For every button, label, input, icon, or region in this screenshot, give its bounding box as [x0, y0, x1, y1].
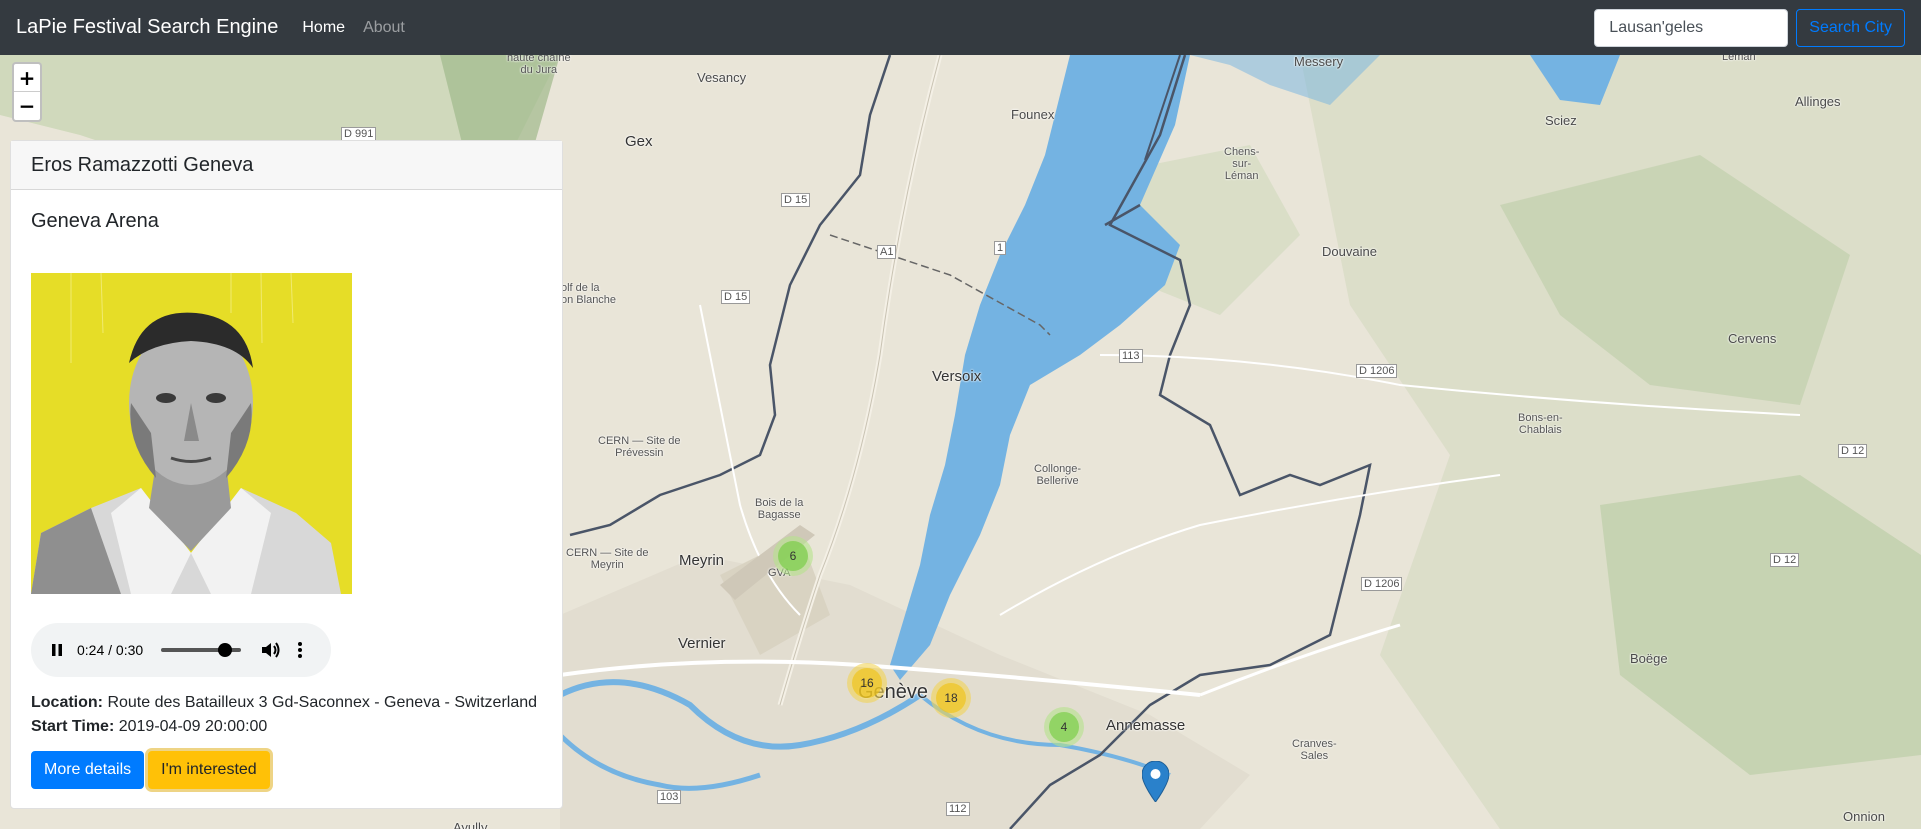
- map-cluster[interactable]: 6: [773, 536, 813, 576]
- road-d15-a: D 15: [781, 193, 811, 207]
- event-start-time: 2019-04-09 20:00:00: [118, 718, 268, 735]
- map-label-founex: Founex: [1011, 107, 1055, 122]
- road-d991: D 991: [341, 127, 377, 141]
- map-label-cervens: Cervens: [1728, 331, 1777, 346]
- map-label-gex: Gex: [625, 133, 653, 150]
- event-location-row: Location: Route des Batailleux 3 Gd-Saco…: [31, 691, 542, 715]
- map-label-cern-meyrin: CERN — Site de Meyrin: [566, 547, 649, 571]
- map-label-meyrin: Meyrin: [679, 552, 725, 569]
- map-label-allinges: Allinges: [1795, 94, 1841, 109]
- search-city-button[interactable]: Search City: [1796, 8, 1905, 47]
- more-options-icon[interactable]: [297, 641, 303, 659]
- event-actions: More details I'm interested: [31, 751, 542, 789]
- interested-button[interactable]: I'm interested: [148, 751, 270, 789]
- zoom-in-button[interactable]: +: [14, 64, 40, 92]
- map-label-boege: Boëge: [1630, 651, 1668, 666]
- map-label-annemasse: Annemasse: [1106, 717, 1186, 734]
- event-title: Eros Ramazzotti Geneva: [11, 141, 562, 190]
- audio-progress-knob[interactable]: [218, 643, 233, 657]
- map-label-bois: Bois de la Bagasse: [755, 497, 804, 521]
- map-label-versoix: Versoix: [932, 368, 982, 385]
- navbar: LaPie Festival Search Engine Home About …: [0, 0, 1921, 55]
- map-label-cranves: Cranves- Sales: [1292, 738, 1337, 762]
- map-label-collonge: Collonge- Bellerive: [1034, 463, 1082, 487]
- road-d15-b: D 15: [721, 290, 751, 304]
- road-d1206-b: D 1206: [1361, 577, 1403, 591]
- location-label: Location:: [31, 694, 103, 711]
- map-label-messery: Messery: [1294, 55, 1344, 69]
- nav-about-link[interactable]: About: [363, 19, 405, 37]
- road-103: 103: [657, 790, 682, 804]
- map-label-sciez: Sciez: [1545, 113, 1577, 128]
- map-marker-icon[interactable]: [1142, 761, 1169, 802]
- event-location: Route des Batailleux 3 Gd-Saconnex - Gen…: [107, 694, 538, 711]
- road-a1: A1: [877, 245, 897, 259]
- map-label-vernier: Vernier: [678, 635, 726, 652]
- audio-time: 0:24 / 0:30: [77, 642, 144, 658]
- road-1: 1: [994, 241, 1007, 255]
- search-form: Search City: [1594, 8, 1905, 47]
- map-label-cern-prevessin: CERN — Site de Prévessin: [598, 435, 681, 459]
- road-d12-b: D 12: [1770, 553, 1800, 567]
- map-label-douvaine: Douvaine: [1322, 244, 1377, 259]
- map-label-bons: Bons-en- Chablais: [1518, 412, 1563, 436]
- map-label-onnion: Onnion: [1843, 809, 1885, 824]
- map-cluster[interactable]: 4: [1044, 707, 1084, 747]
- road-112: 112: [946, 802, 970, 816]
- event-card: Eros Ramazzotti Geneva Geneva Arena 0:24…: [10, 140, 563, 809]
- city-search-input[interactable]: [1594, 8, 1789, 47]
- road-d12-a: D 12: [1838, 444, 1868, 458]
- map-label-ayully: Ayully: [453, 820, 488, 829]
- map-label-haute-chaine: haute chaîne du Jura: [507, 55, 571, 76]
- map-label-golf: olf de la on Blanche: [561, 282, 617, 306]
- event-start-row: Start Time: 2019-04-09 20:00:00: [31, 715, 542, 739]
- audio-progress-bar[interactable]: [161, 643, 242, 657]
- zoom-control: + −: [12, 62, 42, 122]
- audio-player: 0:24 / 0:30: [31, 623, 331, 677]
- event-venue: Geneva Arena: [31, 210, 159, 232]
- road-d1206-a: D 1206: [1356, 364, 1398, 378]
- zoom-out-button[interactable]: −: [14, 92, 40, 120]
- event-card-body: Geneva Arena 0:24 / 0:30 Location: Route…: [11, 190, 562, 809]
- nav-home-link[interactable]: Home: [302, 19, 345, 37]
- event-info: Location: Route des Batailleux 3 Gd-Saco…: [31, 691, 542, 739]
- start-time-label: Start Time:: [31, 718, 115, 735]
- map-label-chens: Chens- sur- Léman: [1224, 146, 1260, 182]
- volume-icon[interactable]: [261, 641, 281, 659]
- more-details-button[interactable]: More details: [31, 751, 145, 789]
- artist-photo: [31, 273, 352, 594]
- road-113: 113: [1119, 349, 1143, 363]
- brand-link[interactable]: LaPie Festival Search Engine: [16, 16, 278, 39]
- map-cluster[interactable]: 16: [847, 663, 887, 703]
- map-cluster[interactable]: 18: [931, 678, 971, 718]
- map-label-vesancy: Vesancy: [697, 70, 747, 85]
- map-label-leman: Léman: [1722, 55, 1756, 63]
- pause-icon[interactable]: [49, 642, 65, 658]
